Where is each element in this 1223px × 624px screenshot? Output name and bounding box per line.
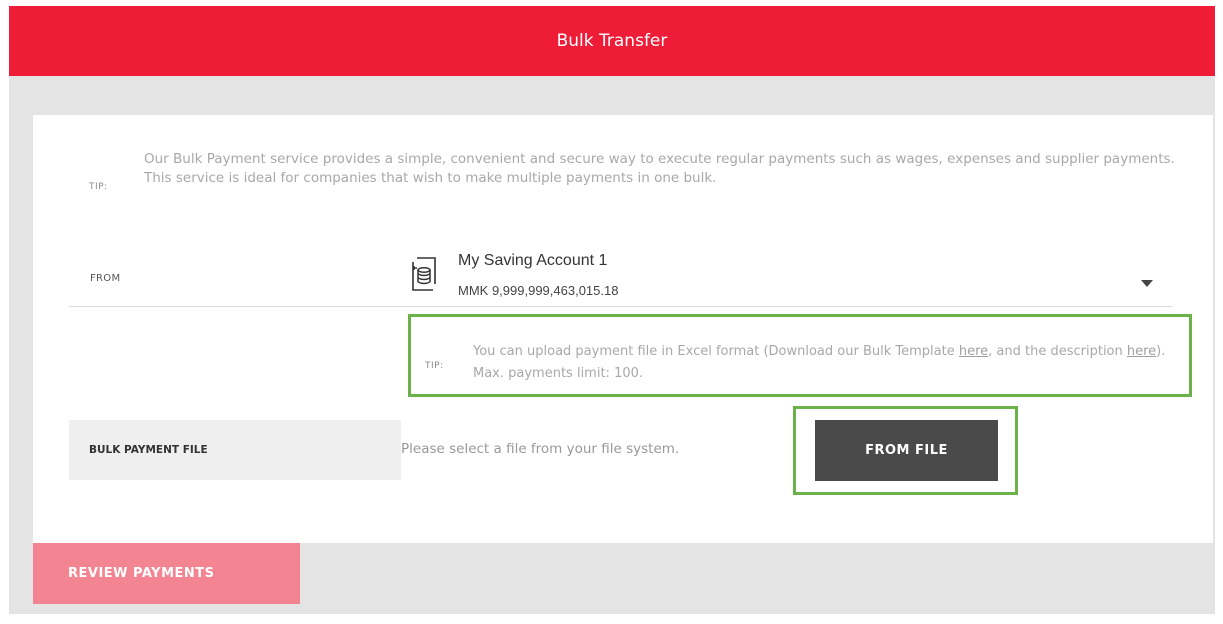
page-title: Bulk Transfer [556,31,668,51]
description-link[interactable]: here [1127,344,1156,359]
account-dropdown-caret-icon[interactable] [1141,280,1153,287]
account-name[interactable]: My Saving Account 1 [458,252,607,270]
page-header: Bulk Transfer [9,6,1215,76]
upload-tip-text: You can upload payment file in Excel for… [473,341,1183,385]
upload-tip-label: TIP: [425,361,444,371]
account-balance[interactable]: MMK 9,999,999,463,015.18 [458,283,618,298]
intro-tip-text: Our Bulk Payment service provides a simp… [144,151,1175,186]
bulk-payment-file-label: BULK PAYMENT FILE [69,420,401,480]
account-stack-icon [412,257,436,291]
from-file-button[interactable]: FROM FILE [815,420,998,481]
bulk-payment-file-label-text: BULK PAYMENT FILE [89,444,208,456]
upload-tip-text-part: , and the description [988,344,1127,359]
intro-tip-label: TIP: [89,182,108,192]
bulk-template-link[interactable]: here [959,344,988,359]
from-label: FROM [90,273,121,284]
review-payments-button[interactable]: REVIEW PAYMENTS [33,543,300,604]
upload-tip-text-part: You can upload payment file in Excel for… [473,344,959,359]
file-select-hint: Please select a file from your file syst… [401,441,680,457]
from-field-divider [69,306,1172,307]
